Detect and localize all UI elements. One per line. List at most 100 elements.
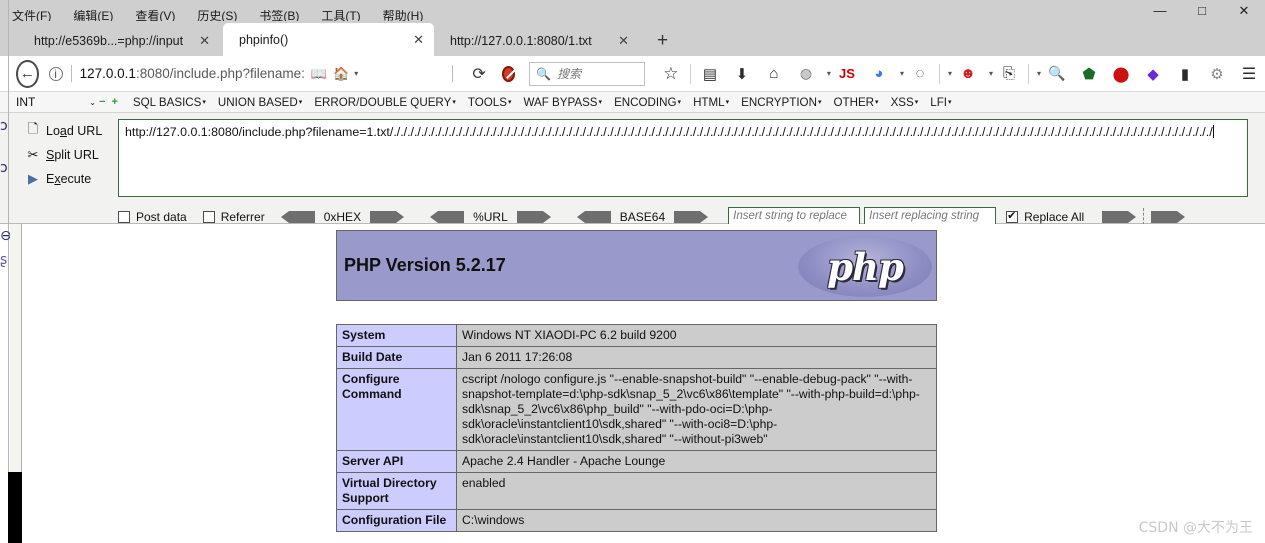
decode-arrow-left-icon[interactable] [576,210,611,224]
hackbar-menu-sql-basics[interactable]: SQL BASICS▾ [133,96,206,109]
tab-php-input[interactable]: http://e5369b...=php://input ✕ [18,25,223,56]
table-row: System Windows NT XIAODI-PC 6.2 build 92… [336,324,937,347]
bookmark-star-icon[interactable]: ☆ [655,59,687,89]
table-row: Virtual Directory Support enabled [336,472,937,510]
plus-icon[interactable]: + [111,96,117,108]
encode-arrow-right-icon[interactable] [674,210,709,224]
new-tab-button[interactable]: + [649,30,676,52]
post-data-checkbox[interactable]: Post data [118,210,187,224]
close-icon[interactable]: ✕ [199,34,210,47]
menu-item-edit[interactable]: 编辑(E) [73,10,113,21]
wappalyzer-shield-icon[interactable]: ⬟ [1073,59,1105,89]
toolbar-icons: ☆ ▤ ⬇ ⌂ ◍ ▾ JS ◕ ▾ ◌ ▾ ☻ ▾ ⎘ ▾ 🔍 ⬟ ⬤ ◆ ▮… [655,59,1265,89]
home-icon[interactable]: ⌂ [758,59,790,89]
extra-apply-arrow-icon[interactable] [1151,210,1186,224]
maximize-button[interactable]: □ [1181,0,1223,21]
close-icon[interactable]: ✕ [618,34,629,47]
clipboard-icon[interactable]: ▤ [694,59,726,89]
hackbar-menu-union-based[interactable]: UNION BASED▾ [218,96,302,109]
decode-arrow-left-icon[interactable] [430,210,465,224]
address-bar[interactable]: i 127.0.0.1:8080/include.php?filename: 📖… [48,61,444,87]
encode-arrow-right-icon[interactable] [516,210,551,224]
url-label: %URL [473,209,508,224]
hackbar-menu-encoding[interactable]: ENCODING▾ [614,96,681,109]
row-key: System [336,324,457,347]
menu-item-view[interactable]: 查看(V) [135,10,175,21]
reload-icon[interactable]: ⟳ [472,64,485,84]
tab-1txt[interactable]: http://127.0.0.1:8080/1.txt ✕ [434,25,639,56]
hackbar-menu-html[interactable]: HTML▾ [693,96,729,109]
download-icon[interactable]: ⬇ [726,59,758,89]
replace-apply-arrow-icon[interactable] [1102,210,1137,224]
left-edge-artifacts: ɔ ɔ ⊖ ʂ [0,0,22,543]
tab-phpinfo[interactable]: phpinfo() ✕ [223,23,434,56]
menu-item-tools[interactable]: 工具(T) [321,10,360,21]
grey-globe-icon[interactable]: ◍ [790,59,822,89]
row-value: C:\windows [456,509,937,532]
site-info-icon[interactable]: i [48,66,63,81]
reader-view-icon[interactable]: 📖 [311,66,327,82]
copy-pages-icon[interactable]: ⎘ [993,59,1025,89]
split-url-button[interactable]: ✂ Split URL [20,143,125,167]
checkbox-box [1006,209,1019,223]
decode-arrow-left-icon[interactable] [280,210,315,224]
hackbar-menu-waf-bypass[interactable]: WAF BYPASS▾ [523,96,602,109]
minimize-button[interactable]: — [1139,0,1181,21]
browser-window: 文件(F) 编辑(E) 查看(V) 历史(S) 书签(B) 工具(T) 帮助(H… [0,0,1265,543]
hackbar-menu-other[interactable]: OTHER▾ [833,96,878,109]
home-icon[interactable]: 🏠 [333,66,349,82]
row-value: Windows NT XIAODI-PC 6.2 build 9200 [456,324,937,347]
hackbar-menu-xss[interactable]: XSS▾ [891,96,919,109]
black-gutter [8,472,22,543]
javascript-icon[interactable]: JS [831,59,863,89]
hackbar-menu-tools[interactable]: TOOLS▾ [468,96,512,109]
close-button[interactable]: ✕ [1223,0,1265,21]
chevron-down-icon[interactable]: ▾ [354,69,358,78]
menu-item-help[interactable]: 帮助(H) [383,10,424,21]
violet-diamond-icon[interactable]: ◆ [1137,59,1169,89]
menu-item-history[interactable]: 历史(S) [197,10,237,21]
phpinfo-banner: PHP Version 5.2.17 php [336,230,937,301]
chrome-logo-icon[interactable]: ◕ [863,59,895,89]
hackbar-menu-encryption[interactable]: ENCRYPTION▾ [741,96,821,109]
url-host: 127.0.0.1 [79,66,136,81]
search-input[interactable]: 🔍 搜索 [529,61,645,86]
tab-label: phpinfo() [239,32,289,47]
php-logo-text: php [827,244,904,289]
table-row: Build Date Jan 6 2011 17:26:08 [336,346,937,369]
load-url-button[interactable]: 🗋 Load URL [20,119,125,143]
chevron-down-icon: ▾ [948,99,952,107]
page-content: PHP Version 5.2.17 php System Windows NT… [0,224,1265,543]
url-encoder-group: %URL [430,210,551,224]
hackbar-menu-lfi[interactable]: LFI▾ [930,96,951,109]
url-textarea[interactable]: http://127.0.0.1:8080/include.php?filena… [118,119,1248,197]
menu-item-bookmarks[interactable]: 书签(B) [259,10,299,21]
minus-icon[interactable]: − [99,96,105,108]
tab-label: http://e5369b...=php://input [34,33,184,48]
chevron-down-icon: ▾ [875,99,879,107]
watermark: CSDN @大不为王 [1138,520,1253,536]
replace-all-checkbox[interactable]: Replace All [1006,209,1084,224]
rainbow-icon[interactable]: ▮ [1169,59,1201,89]
post-data-label: Post data [136,209,187,224]
red-user-icon[interactable]: ☻ [952,59,984,89]
divider [451,65,453,82]
noscript-icon[interactable] [501,65,516,82]
divider [689,63,691,84]
execute-button[interactable]: ▶ Execute [20,167,125,191]
magnifier-icon[interactable]: 🔍 [1041,59,1073,89]
partial-glyph-icon: ɔ [0,160,8,176]
chevron-down-icon: ▾ [202,99,206,107]
split-url-label: Split URL [46,148,99,162]
encode-arrow-right-icon[interactable] [370,210,405,224]
adblock-plus-icon[interactable]: ⬤ [1105,59,1137,89]
hackbar-type-select[interactable]: INT ⌄ [16,95,96,109]
cookie-icon[interactable]: ◌ [904,59,936,89]
hackbar-menu-error-double-query[interactable]: ERROR/DOUBLE QUERY▾ [314,96,456,109]
hamburger-menu-icon[interactable]: ☰ [1233,59,1265,89]
close-icon[interactable]: ✕ [413,33,424,46]
referrer-checkbox[interactable]: Referrer [202,210,265,224]
divider [1143,208,1145,225]
row-value: cscript /nologo configure.js "--enable-s… [456,368,937,451]
gear-icon[interactable]: ⚙ [1201,59,1233,89]
